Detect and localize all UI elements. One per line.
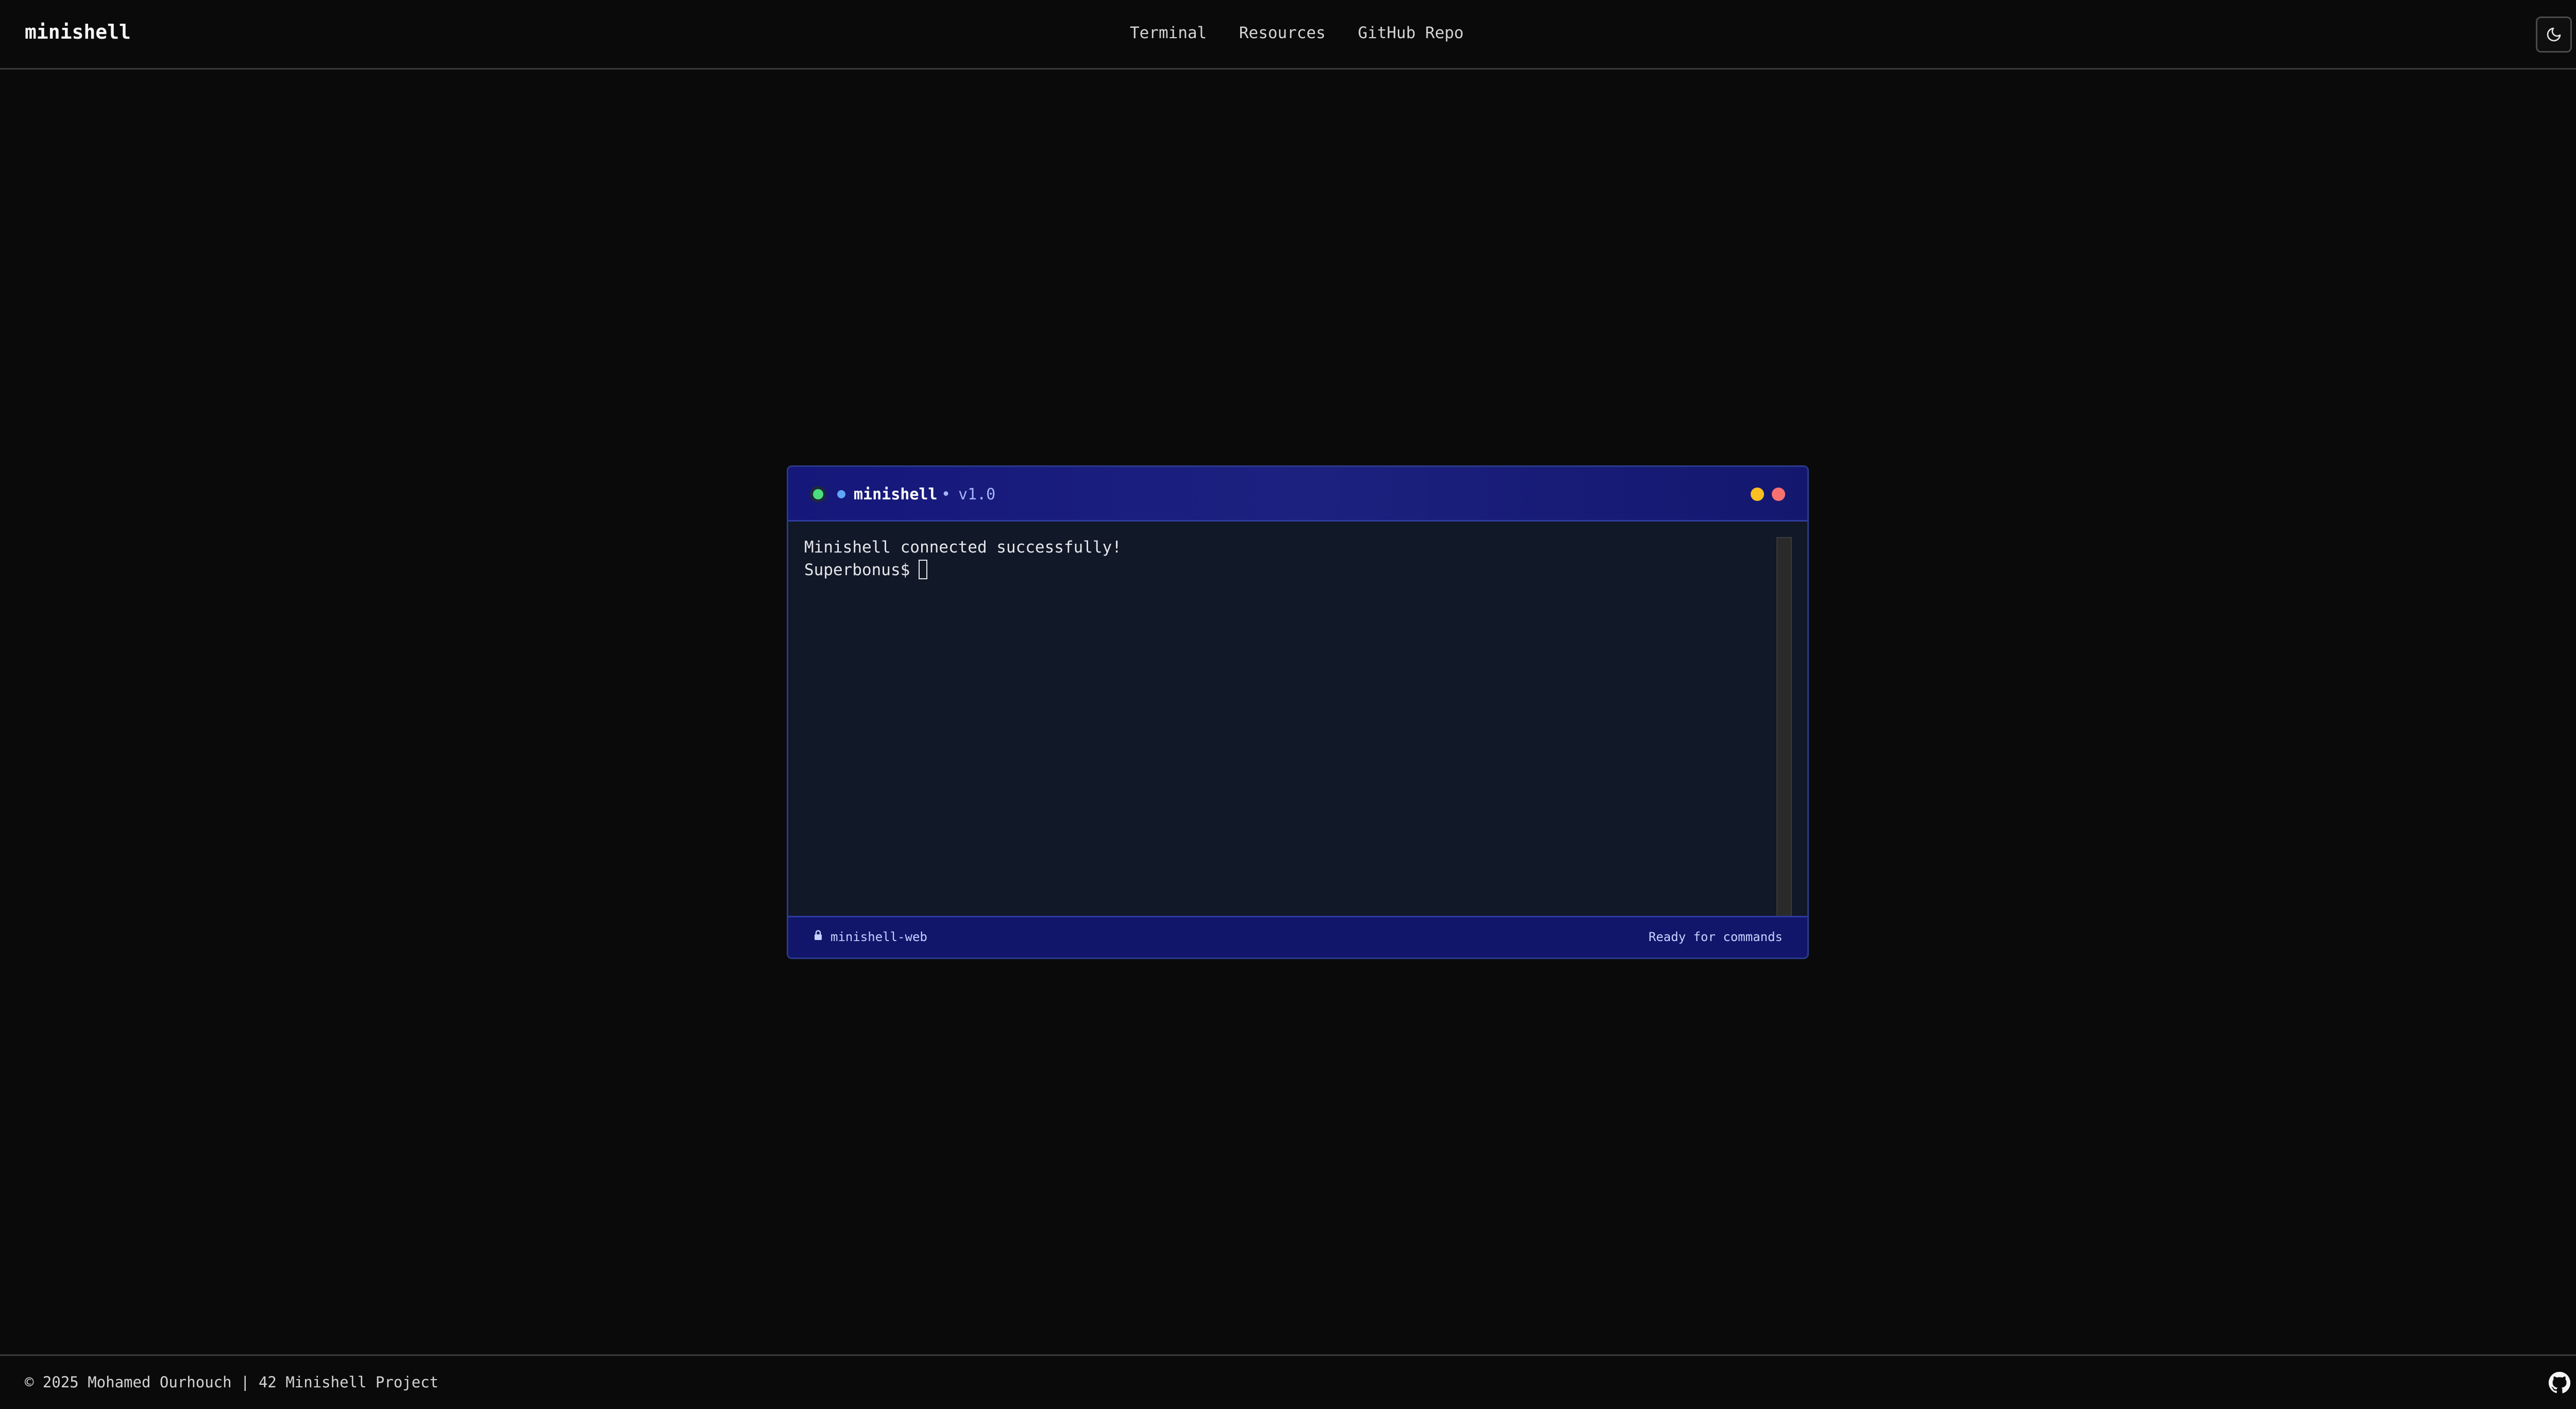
terminal-lines: Minishell connected successfully! Superbo… xyxy=(804,536,1122,581)
theme-toggle-button[interactable] xyxy=(2536,16,2572,53)
lock-icon xyxy=(813,930,823,944)
prompt-line[interactable]: Superbonus$ xyxy=(804,559,1122,581)
output-line: Minishell connected successfully! xyxy=(804,538,1122,557)
activity-dot xyxy=(837,490,845,498)
terminal-window: minishell • v1.0 Minishell connected suc… xyxy=(787,465,1809,959)
prompt-label: Superbonus$ xyxy=(804,561,910,579)
text-cursor xyxy=(919,560,928,579)
terminal-scrollbar[interactable] xyxy=(1776,537,1792,917)
session-name: minishell-web xyxy=(831,930,927,944)
nav-link-terminal[interactable]: Terminal xyxy=(1130,24,1207,42)
close-button[interactable] xyxy=(1772,488,1785,501)
minimize-button[interactable] xyxy=(1751,488,1764,501)
top-nav-bar: minishell Terminal Resources GitHub Repo xyxy=(0,0,2576,70)
connection-status-indicator xyxy=(810,486,826,502)
terminal-header: minishell • v1.0 xyxy=(788,467,1807,522)
terminal-version: v1.0 xyxy=(958,485,996,504)
nav-link-github-repo[interactable]: GitHub Repo xyxy=(1358,24,1464,42)
terminal-title: minishell xyxy=(854,485,938,504)
page-footer: © 2025 Mohamed Ourhouch | 42 Minishell P… xyxy=(0,1354,2576,1409)
copyright-text: © 2025 Mohamed Ourhouch | 42 Minishell P… xyxy=(25,1373,439,1391)
terminal-footer: minishell-web Ready for commands xyxy=(788,916,1807,958)
session-info: minishell-web xyxy=(813,930,927,944)
github-icon[interactable] xyxy=(2548,1371,2571,1394)
main-nav: Terminal Resources GitHub Repo xyxy=(0,24,2576,42)
moon-icon xyxy=(2547,27,2561,42)
title-separator: • xyxy=(941,485,951,504)
nav-link-resources[interactable]: Resources xyxy=(1239,24,1326,42)
terminal-status-text: Ready for commands xyxy=(1648,930,1783,944)
terminal-output-area[interactable]: Minishell connected successfully! Superbo… xyxy=(788,522,1807,919)
